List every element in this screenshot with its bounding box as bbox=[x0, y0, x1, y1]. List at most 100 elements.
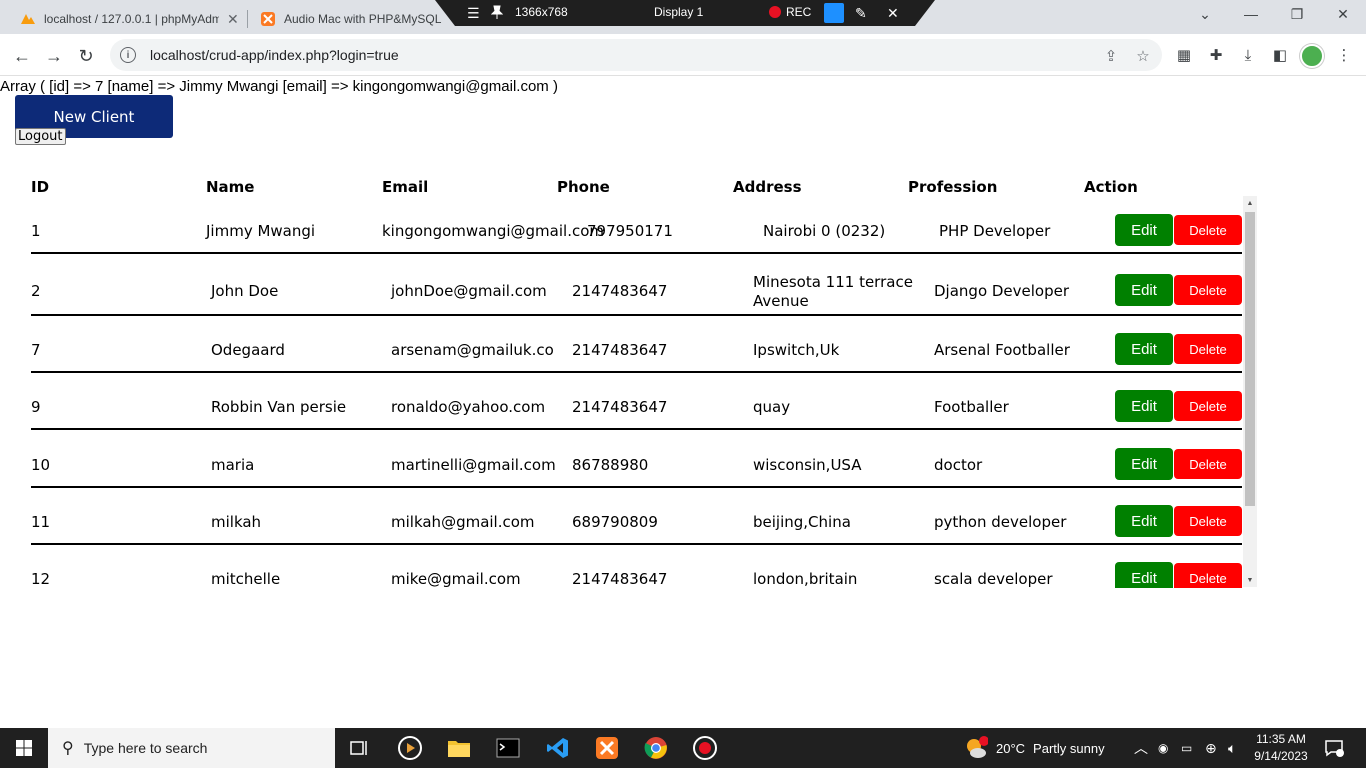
delete-button[interactable]: Delete bbox=[1174, 506, 1242, 536]
delete-button[interactable]: Delete bbox=[1174, 563, 1242, 588]
edit-button[interactable]: Edit bbox=[1115, 562, 1173, 588]
table-header: ID Name Email Phone Address Profession A… bbox=[31, 178, 1251, 196]
header-email: Email bbox=[382, 178, 429, 196]
minimize-button[interactable]: — bbox=[1228, 0, 1274, 28]
cell-profession: scala developer bbox=[934, 570, 1053, 588]
xampp-icon[interactable] bbox=[585, 732, 629, 764]
pin-icon[interactable] bbox=[491, 5, 503, 19]
delete-button[interactable]: Delete bbox=[1174, 449, 1242, 479]
cell-id: 1 bbox=[31, 222, 41, 240]
cell-phone: 86788980 bbox=[572, 456, 649, 474]
cell-email: ronaldo@yahoo.com bbox=[391, 398, 546, 416]
more-vertical-icon[interactable]: ⋮ bbox=[1334, 45, 1354, 65]
vscode-icon[interactable] bbox=[536, 732, 580, 764]
avatar[interactable] bbox=[1300, 44, 1324, 68]
file-explorer-icon[interactable] bbox=[437, 732, 481, 764]
cell-address: Minesota 111 terrace Avenue bbox=[753, 273, 913, 310]
cell-profession: Django Developer bbox=[934, 282, 1070, 300]
download-icon[interactable]: ⤓ bbox=[1238, 45, 1258, 65]
search-icon: ⚲ bbox=[62, 740, 74, 757]
table-row: 10 maria martinelli@gmail.com 86788980 w… bbox=[31, 430, 1242, 488]
capture-icon[interactable] bbox=[824, 3, 844, 23]
forward-button[interactable]: → bbox=[40, 42, 68, 70]
screen-recorder-bar: ☰ 1366x768 Display 1 REC ✎ ✕ bbox=[435, 0, 935, 26]
edit-button[interactable]: Edit bbox=[1115, 448, 1173, 480]
window-close-button[interactable]: ✕ bbox=[1320, 0, 1366, 28]
cell-phone: 2147483647 bbox=[572, 282, 668, 300]
cell-name: Odegaard bbox=[211, 341, 285, 359]
task-view-icon[interactable] bbox=[338, 732, 382, 764]
camera-icon[interactable]: ◉ bbox=[1158, 728, 1168, 768]
delete-button[interactable]: Delete bbox=[1174, 334, 1242, 364]
table-row: 12 mitchelle mike@gmail.com 2147483647 l… bbox=[31, 545, 1242, 588]
recorder-app-icon[interactable] bbox=[683, 732, 727, 764]
cell-id: 7 bbox=[31, 341, 41, 359]
chevron-down-icon[interactable]: ⌄ bbox=[1182, 0, 1228, 28]
rec-button[interactable]: REC bbox=[769, 5, 811, 19]
share-icon[interactable]: ⇪ bbox=[1102, 47, 1120, 65]
scroll-down-icon[interactable]: ▼ bbox=[1243, 573, 1257, 587]
system-clock[interactable]: 11:35 AM 9/14/2023 bbox=[1252, 731, 1310, 765]
extension-grid-icon[interactable]: ▦ bbox=[1174, 45, 1194, 65]
browser-tab-strip: localhost / 127.0.0.1 | phpMyAdmin ✕ Aud… bbox=[0, 0, 1366, 34]
logout-button[interactable]: Logout bbox=[15, 128, 66, 145]
back-button[interactable]: ← bbox=[8, 42, 36, 70]
speaker-icon[interactable]: 🔈︎ bbox=[1228, 728, 1236, 768]
cell-name: John Doe bbox=[211, 282, 279, 300]
tab-phpmyadmin[interactable]: localhost / 127.0.0.1 | phpMyAdmin ✕ bbox=[10, 4, 249, 34]
puzzle-icon[interactable]: ✚ bbox=[1206, 45, 1226, 65]
cell-address: london,britain bbox=[753, 570, 858, 588]
clock-date: 9/14/2023 bbox=[1254, 749, 1308, 763]
scroll-thumb[interactable] bbox=[1245, 212, 1255, 506]
table-scrollbar[interactable]: ▲ ▼ bbox=[1243, 196, 1257, 587]
url-text[interactable]: localhost/crud-app/index.php?login=true bbox=[150, 47, 399, 63]
chevron-up-icon[interactable]: ︿ bbox=[1134, 728, 1148, 768]
weather-widget[interactable]: 20°C Partly sunny bbox=[964, 728, 1105, 768]
globe-icon[interactable]: ⊕ bbox=[1205, 728, 1217, 768]
close-icon[interactable]: ✕ bbox=[227, 11, 239, 28]
reload-button[interactable]: ↻ bbox=[72, 42, 100, 70]
address-bar[interactable]: i localhost/crud-app/index.php?login=tru… bbox=[110, 39, 1162, 71]
cell-email: mike@gmail.com bbox=[391, 570, 521, 588]
header-name: Name bbox=[206, 178, 255, 196]
browser-toolbar: ← → ↻ i localhost/crud-app/index.php?log… bbox=[0, 34, 1366, 76]
menu-icon[interactable]: ☰ bbox=[467, 5, 480, 22]
header-address: Address bbox=[733, 178, 802, 196]
edit-button[interactable]: Edit bbox=[1115, 333, 1173, 365]
info-icon[interactable]: i bbox=[120, 47, 136, 63]
side-panel-icon[interactable]: ◧ bbox=[1270, 45, 1290, 65]
recorder-display[interactable]: Display 1 bbox=[654, 5, 703, 19]
windows-start-icon[interactable] bbox=[0, 728, 48, 768]
media-player-icon[interactable] bbox=[388, 732, 432, 764]
notifications-icon[interactable] bbox=[1324, 728, 1344, 768]
edit-button[interactable]: Edit bbox=[1115, 274, 1173, 306]
scroll-up-icon[interactable]: ▲ bbox=[1243, 196, 1257, 210]
cell-id: 10 bbox=[31, 456, 51, 474]
edit-button[interactable]: Edit bbox=[1115, 214, 1173, 246]
table-row: 11 milkah milkah@gmail.com 689790809 bei… bbox=[31, 488, 1242, 545]
delete-button[interactable]: Delete bbox=[1174, 275, 1242, 305]
cell-email: arsenam@gmailuk.co bbox=[391, 341, 554, 359]
header-action: Action bbox=[1084, 178, 1138, 196]
terminal-icon[interactable] bbox=[486, 732, 530, 764]
battery-icon[interactable]: ▭ bbox=[1181, 728, 1192, 768]
edit-button[interactable]: Edit bbox=[1115, 505, 1173, 537]
header-profession: Profession bbox=[908, 178, 998, 196]
taskbar-search-box[interactable]: ⚲ Type here to search bbox=[48, 728, 335, 768]
cell-phone: 797950171 bbox=[587, 222, 673, 240]
restore-button[interactable]: ❐ bbox=[1274, 0, 1320, 28]
close-icon[interactable]: ✕ bbox=[887, 5, 899, 22]
windows-taskbar: ⚲ Type here to search 20°C Partly sunny … bbox=[0, 728, 1366, 768]
pen-icon[interactable]: ✎ bbox=[855, 5, 867, 22]
star-icon[interactable]: ☆ bbox=[1134, 47, 1152, 65]
edit-button[interactable]: Edit bbox=[1115, 390, 1173, 422]
tab-audio-mac[interactable]: Audio Mac with PHP&MySQL bbox=[250, 4, 454, 34]
cell-id: 9 bbox=[31, 398, 41, 416]
phpmyadmin-icon bbox=[21, 14, 35, 24]
session-dump-text: Array ( [id] => 7 [name] => Jimmy Mwangi… bbox=[0, 78, 558, 95]
delete-button[interactable]: Delete bbox=[1174, 215, 1242, 245]
clients-table-body[interactable]: 1 Jimmy Mwangi kingongomwangi@gmail.com … bbox=[0, 197, 1366, 588]
chrome-icon[interactable] bbox=[634, 732, 678, 764]
cell-id: 12 bbox=[31, 570, 51, 588]
delete-button[interactable]: Delete bbox=[1174, 391, 1242, 421]
